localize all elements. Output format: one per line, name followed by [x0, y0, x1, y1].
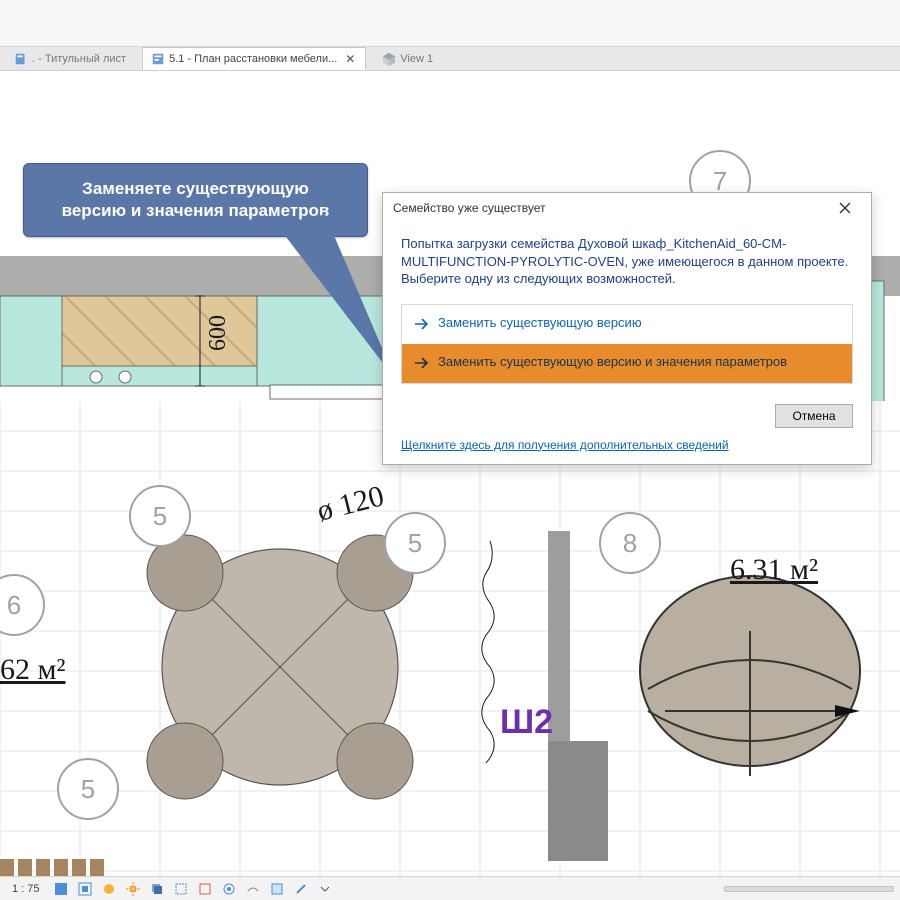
- sheet-icon: [14, 52, 28, 66]
- tab-plan-label: 5.1 - План расстановки мебели...: [169, 53, 337, 65]
- view-scale[interactable]: 1 : 75: [6, 883, 46, 895]
- tag-5c: 5: [385, 513, 445, 573]
- option-overwrite-label: Заменить существующую версию: [438, 315, 840, 331]
- hide-isolate-icon[interactable]: [220, 880, 238, 898]
- ribbon-area: [0, 0, 900, 47]
- option-overwrite-params[interactable]: Заменить существующую версию и значения …: [402, 344, 852, 383]
- shadows-icon[interactable]: [148, 880, 166, 898]
- area-631: 6.31 м²: [730, 553, 818, 586]
- detail-level-icon[interactable]: [76, 880, 94, 898]
- room-label-sh2: Ш2: [500, 703, 553, 741]
- tag-5b: 5: [58, 759, 118, 819]
- crop-region-icon[interactable]: [196, 880, 214, 898]
- svg-text:5: 5: [153, 501, 167, 531]
- dialog-titlebar[interactable]: Семейство уже существует: [383, 193, 871, 223]
- annotation-callout: Заменяете существующую версию и значения…: [23, 163, 368, 237]
- tag-5a: 5: [130, 486, 190, 546]
- visual-style-icon[interactable]: [100, 880, 118, 898]
- callout-line1: Заменяете существующую: [40, 178, 351, 200]
- crop-view-icon[interactable]: [172, 880, 190, 898]
- option-overwrite-params-label: Заменить существующую версию и значения …: [438, 354, 840, 370]
- cancel-button[interactable]: Отмена: [775, 404, 853, 428]
- family-exists-dialog: Семейство уже существует Попытка загрузк…: [382, 192, 872, 465]
- svg-text:5: 5: [81, 774, 95, 804]
- dim-600: 600: [205, 315, 231, 351]
- svg-text:8: 8: [623, 528, 637, 558]
- svg-text:5: 5: [408, 528, 422, 558]
- dialog-close-button[interactable]: [827, 195, 863, 221]
- display-model-icon[interactable]: [52, 880, 70, 898]
- area-62: 62 м²: [0, 653, 65, 686]
- progress-track: [724, 886, 894, 892]
- status-bar: 1 : 75: [0, 876, 900, 900]
- view-tab-bar: . - Титульный лист 5.1 - План расстановк…: [0, 47, 900, 71]
- dining-table-group: [147, 535, 413, 799]
- command-link-group: Заменить существующую версию Заменить су…: [401, 304, 853, 384]
- dialog-title: Семейство уже существует: [393, 201, 827, 215]
- tab-sheet-label: . - Титульный лист: [32, 53, 126, 65]
- tab-close-icon[interactable]: ✕: [345, 53, 357, 65]
- sun-path-icon[interactable]: [124, 880, 142, 898]
- arrow-right-icon: [414, 356, 430, 373]
- constraints-icon[interactable]: [292, 880, 310, 898]
- callout-line2: версию и значения параметров: [40, 200, 351, 222]
- dropdown-icon[interactable]: [316, 880, 334, 898]
- tab-3dview-label: View 1: [400, 53, 433, 65]
- dialog-message: Попытка загрузки семейства Духовой шкаф_…: [401, 235, 853, 288]
- option-overwrite[interactable]: Заменить существующую версию: [402, 305, 852, 344]
- help-link[interactable]: Щелкните здесь для получения дополнитель…: [401, 438, 729, 452]
- arrow-right-icon: [414, 317, 430, 334]
- plan-icon: [151, 52, 165, 66]
- temp-props-icon[interactable]: [268, 880, 286, 898]
- tab-plan[interactable]: 5.1 - План расстановки мебели... ✕: [142, 47, 366, 70]
- tab-sheet[interactable]: . - Титульный лист: [6, 47, 134, 70]
- tab-3dview[interactable]: View 1: [374, 47, 441, 70]
- svg-text:6: 6: [7, 590, 21, 620]
- reveal-hidden-icon[interactable]: [244, 880, 262, 898]
- tag-8: 8: [600, 513, 660, 573]
- cube-icon: [382, 52, 396, 66]
- close-icon: [839, 202, 851, 214]
